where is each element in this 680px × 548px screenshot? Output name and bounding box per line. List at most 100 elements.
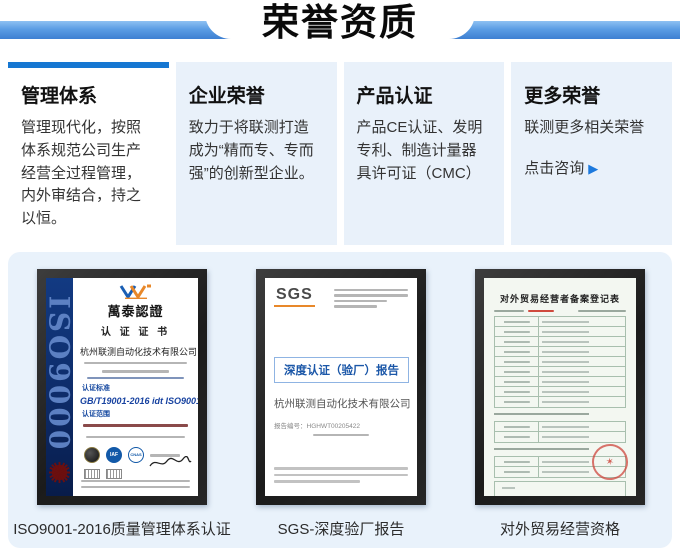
sgs-report-image[interactable]: SGS 深度认证（验厂）报告 杭州联测自动化技术有限公司 报告编号：HGHWT0… [256, 269, 426, 505]
consult-link[interactable]: 点击咨询 ▶ [524, 157, 598, 178]
redacted-line [81, 486, 190, 488]
redacted-line [334, 305, 377, 308]
tab-description: 致力于将联测打造成为“精而专、专而强”的创新型企业。 [189, 117, 324, 185]
redacted-red-number [528, 310, 554, 313]
iso9000-vertical-text: ISO9000 [46, 296, 76, 453]
page-title: 荣誉资质 [0, 0, 680, 46]
tab-indicator [511, 62, 672, 68]
table-row [495, 397, 625, 407]
redacted-line [334, 300, 387, 303]
iso-company-name: 杭州联测自动化技术有限公司 [80, 345, 191, 358]
table-row [495, 337, 625, 347]
row-label [495, 387, 539, 396]
row-label [495, 347, 539, 356]
tab-description: 联测更多相关荣誉 [524, 117, 659, 140]
cnas-logo-icon: CNAS [128, 447, 144, 463]
row-label [495, 457, 539, 466]
trade-form-title: 对外贸易经营者备案登记表 [494, 292, 626, 305]
row-value [539, 432, 625, 442]
certificate-column-iso: ISO9000 [36, 269, 208, 548]
row-value [539, 387, 625, 396]
iso-certificate-paper: ISO9000 [46, 278, 198, 496]
tab-more-honors[interactable]: 更多荣誉 联测更多相关荣誉 点击咨询 ▶ [511, 62, 672, 245]
table-row [495, 387, 625, 397]
table-row [495, 357, 625, 367]
table-row [495, 432, 625, 442]
sgs-report-number: 报告编号：HGHWT00205422 [274, 420, 408, 430]
form-section-text [494, 411, 626, 417]
row-label [495, 327, 539, 336]
row-value [539, 367, 625, 376]
trade-form-paper: 对外贸易经营者备案登记表 [484, 278, 636, 496]
tab-description: 产品CE认证、发明专利、制造计量器具许可证（CMC） [357, 117, 492, 185]
redacted-line [334, 294, 408, 297]
tab-title: 更多荣誉 [524, 81, 659, 108]
form-remark-box [494, 481, 626, 496]
sgs-report-title: 深度认证（验厂）报告 [274, 357, 409, 383]
certificate-column-sgs: SGS 深度认证（验厂）报告 杭州联测自动化技术有限公司 报告编号：HGHWT0… [255, 269, 427, 548]
certificate-column-trade: 对外贸易经营者备案登记表 [474, 269, 646, 548]
certificates-panel: ISO9000 [8, 252, 672, 548]
row-value [539, 397, 625, 407]
table-row [495, 377, 625, 387]
iso-certificate-content: 萬泰認證 认 证 证 书 杭州联测自动化技术有限公司 认证标准 GB/T1900… [73, 278, 198, 496]
redacted-line [274, 467, 408, 470]
row-label [495, 367, 539, 376]
iso-footer-lines [81, 476, 190, 492]
redacted-scope-line [83, 424, 187, 427]
redacted-line [494, 310, 524, 312]
iso-standard-number: GB/T19001-2016 idt ISO9001:2015 [80, 396, 191, 406]
redacted-line [102, 370, 169, 373]
table-row [495, 327, 625, 337]
iso-doc-title: 认 证 证 书 [80, 323, 191, 338]
play-arrow-icon: ▶ [588, 161, 598, 176]
sgs-header: SGS [274, 286, 408, 311]
sgs-disclaimer-lines [274, 463, 408, 487]
redacted-line [274, 474, 408, 477]
trade-form-table [494, 316, 626, 408]
iso-certificate-image[interactable]: ISO9000 [37, 269, 207, 505]
sgs-report-paper: SGS 深度认证（验厂）报告 杭州联测自动化技术有限公司 报告编号：HGHWT0… [265, 278, 417, 496]
row-label [495, 422, 539, 431]
wit-brand-name: 萬泰認證 [80, 301, 191, 320]
row-label [495, 337, 539, 346]
trade-form-image[interactable]: 对外贸易经营者备案登记表 [475, 269, 645, 505]
form-number-left [494, 310, 554, 313]
tab-title: 产品认证 [357, 81, 492, 108]
iso-scope-label: 认证范围 [82, 409, 191, 419]
row-value [539, 347, 625, 356]
redacted-line [86, 436, 186, 439]
active-tab-indicator [8, 62, 169, 68]
tab-management-system[interactable]: 管理体系 管理现代化，按照体系规范公司生产经营全过程管理，内外审结合，持之以恒。 [8, 62, 169, 245]
trade-form-number-row [494, 310, 626, 313]
iso-standard-label: 认证标准 [82, 383, 191, 393]
iso-caption: ISO9001-2016质量管理体系认证 [13, 518, 231, 539]
trade-caption: 对外贸易经营资格 [500, 518, 620, 539]
row-label [495, 432, 539, 442]
row-value [539, 317, 625, 326]
redacted-line [274, 480, 360, 483]
tab-title: 企业荣誉 [189, 81, 324, 108]
wit-globe-icon [84, 447, 100, 463]
honor-tabs: 管理体系 管理现代化，按照体系规范公司生产经营全过程管理，内外审结合，持之以恒。… [0, 56, 680, 245]
sgs-logo: SGS [274, 286, 315, 307]
redacted-line [81, 480, 190, 482]
table-row [495, 367, 625, 377]
redacted-line [87, 377, 185, 380]
row-value [539, 337, 625, 346]
consult-link-label: 点击咨询 [524, 160, 584, 177]
iaf-logo-icon: IAF [106, 447, 122, 463]
row-label [495, 317, 539, 326]
row-value [539, 357, 625, 366]
tab-title: 管理体系 [21, 81, 156, 108]
tab-product-certification[interactable]: 产品认证 产品CE认证、发明专利、制造计量器具许可证（CMC） [344, 62, 505, 245]
tab-enterprise-honor[interactable]: 企业荣誉 致力于将联测打造成为“精而专、专而强”的创新型企业。 [176, 62, 337, 245]
red-starburst-seal [48, 461, 71, 484]
row-value [539, 422, 625, 431]
trade-form-table-2 [494, 421, 626, 443]
row-label [495, 467, 539, 477]
row-label [495, 397, 539, 407]
wit-logo-icon [113, 284, 159, 299]
table-row [495, 317, 625, 327]
section-header: 荣誉资质 [0, 0, 680, 56]
